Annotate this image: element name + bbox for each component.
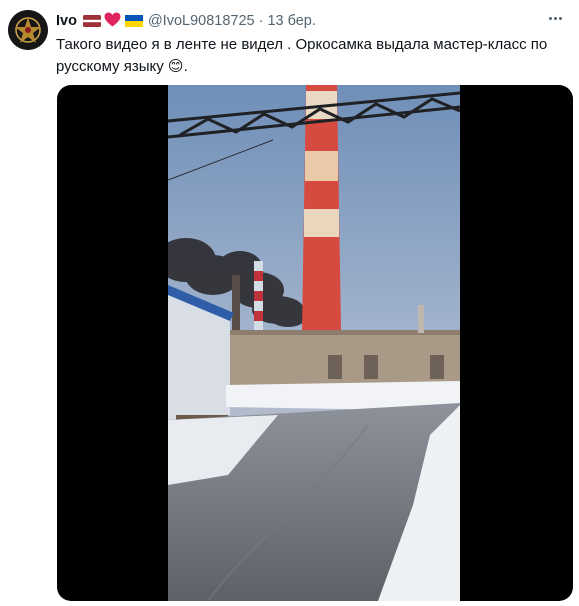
tweet-text: Такого видео я в ленте не видел . Оркоса… xyxy=(56,34,556,78)
latvia-flag-icon xyxy=(82,15,101,27)
author-name[interactable]: Ivo xyxy=(56,13,77,29)
tweet-header: Ivo @IvoL90818725 · 13 бер. xyxy=(56,11,316,31)
video-frame xyxy=(168,85,460,601)
more-options-button[interactable] xyxy=(543,8,567,28)
more-options-icon xyxy=(548,16,552,20)
author-handle[interactable]: @IvoL90818725 xyxy=(148,13,255,29)
ukraine-flag-icon xyxy=(124,15,143,27)
tweet-text-body: Такого видео я в ленте не видел . Оркоса… xyxy=(56,36,548,75)
tweet[interactable]: Ivo @IvoL90818725 · 13 бер. Такого видео… xyxy=(0,0,579,606)
timestamp[interactable]: 13 бер. xyxy=(267,13,315,29)
red-heart-icon xyxy=(104,12,121,31)
tweet-text-end: . xyxy=(183,58,188,75)
smiling-face-emoji: 😊 xyxy=(167,58,184,75)
video-player[interactable] xyxy=(57,85,573,601)
header-separator: · xyxy=(258,13,264,29)
avatar-emblem-icon xyxy=(8,10,48,50)
avatar[interactable] xyxy=(8,10,48,50)
